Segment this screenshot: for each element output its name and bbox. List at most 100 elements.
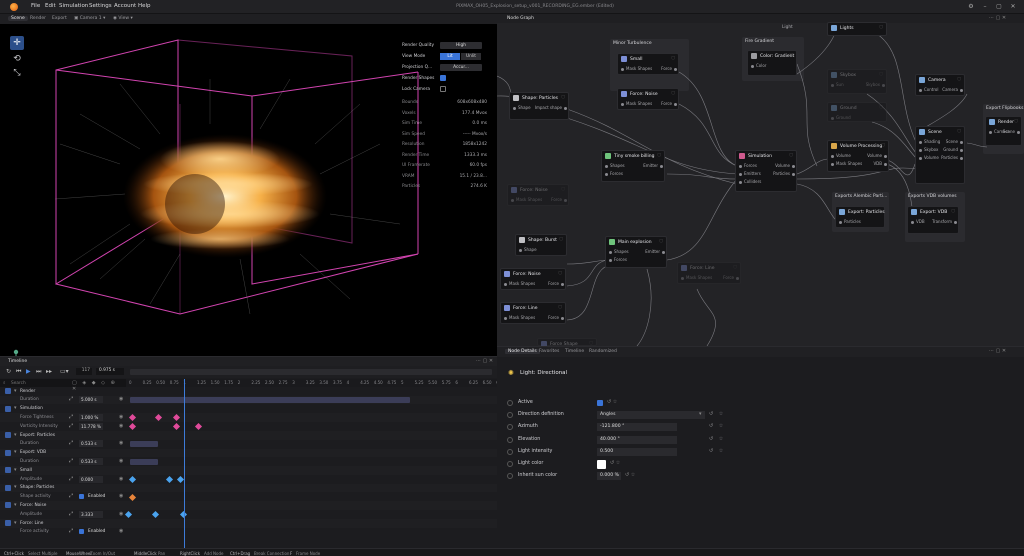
port-pin[interactable] — [954, 220, 957, 224]
keyframe-diamond[interactable] — [172, 423, 181, 431]
node-camera[interactable]: Camera ◌ Control Camera — [915, 74, 965, 96]
detail-value-field[interactable]: 40.000 ° — [597, 435, 677, 444]
time-scrollbar[interactable] — [130, 369, 492, 375]
node-port[interactable]: Ground — [836, 115, 851, 120]
track-param[interactable]: Vorticity Intensity ⤢ 11.778 % ◉ — [0, 422, 497, 431]
node-port[interactable]: Volume — [775, 163, 790, 168]
node-port[interactable]: Mask Shapes — [509, 315, 535, 320]
enabled-checkbox[interactable] — [79, 494, 84, 500]
keyframe-diamond[interactable] — [124, 511, 133, 519]
node-lights[interactable]: Lights ◌ — [827, 22, 887, 36]
keyframe-diamond[interactable] — [154, 414, 163, 422]
tab-render[interactable]: Render — [30, 16, 46, 21]
port-pin[interactable] — [960, 156, 963, 160]
port-pin[interactable] — [911, 220, 914, 224]
port-pin[interactable] — [564, 198, 567, 202]
track-value[interactable]: 0.533 s — [79, 440, 103, 448]
dropdown-chevron-icon[interactable]: ▾ — [699, 411, 702, 417]
curve-icon[interactable]: ⤢ — [69, 396, 73, 402]
track-value[interactable]: 11.778 % — [79, 422, 103, 430]
node-graph-panel[interactable]: Node Graph ⋯ ▢ ✕ Minor Turbulence Fire G… — [497, 14, 1024, 346]
node-port[interactable]: Force — [548, 315, 559, 320]
lock-camera-checkbox[interactable] — [440, 86, 446, 92]
keyframe-diamond[interactable] — [165, 475, 174, 484]
expand-chevron-icon[interactable]: ▾ — [14, 502, 17, 508]
track-clip-bar[interactable] — [130, 397, 410, 404]
node-port[interactable]: Force — [661, 101, 672, 106]
visibility-eye-icon[interactable]: ◉ — [119, 511, 123, 517]
node-port[interactable]: Scene — [1003, 129, 1015, 134]
node-status-icon[interactable]: ◌ — [879, 25, 883, 30]
curve-icon[interactable]: ⤢ — [69, 511, 73, 517]
port-pin[interactable] — [609, 250, 612, 254]
node-skybox[interactable]: Skybox ◌ Sun Skybox — [827, 69, 887, 94]
curve-icon[interactable]: ⤢ — [69, 528, 73, 534]
node-port[interactable]: Camera — [942, 87, 958, 92]
track-search-input[interactable]: ⌕ Search ▢ ◈ ◆ ◇ ⊕ ✕ — [0, 379, 126, 392]
node-status-icon[interactable]: ◌ — [671, 56, 675, 61]
port-pin[interactable] — [989, 130, 992, 134]
playhead[interactable] — [184, 379, 185, 549]
node-status-icon[interactable]: ◌ — [877, 209, 881, 214]
track-param[interactable]: Amplitude ⤢ 3.333 ◉ — [0, 510, 497, 519]
menu-simulation[interactable]: Simulation — [59, 3, 88, 9]
node-port[interactable]: Color — [756, 63, 766, 68]
curve-icon[interactable]: ⤢ — [69, 476, 73, 482]
node-port[interactable]: Mask Shapes — [686, 275, 712, 280]
view-select[interactable]: ◉ View ▾ — [113, 16, 133, 21]
track-group[interactable]: ▾ Render — [0, 387, 497, 396]
node-port[interactable]: Skybox — [866, 82, 880, 87]
node-port[interactable]: Volume — [836, 153, 851, 158]
port-pin[interactable] — [674, 67, 677, 71]
node-export-particles[interactable]: Export: Particles ◌ Particles — [835, 206, 885, 228]
node-status-icon[interactable]: ◌ — [879, 105, 883, 110]
time-field[interactable]: 0.975 s — [96, 368, 124, 375]
curve-icon[interactable]: ⤢ — [69, 493, 73, 499]
track-param[interactable]: Duration ⤢ 5.000 s ◉ — [0, 395, 497, 405]
port-pin[interactable] — [1017, 130, 1020, 134]
tab-timeline[interactable]: Timeline — [565, 349, 584, 354]
port-pin[interactable] — [609, 258, 612, 262]
expand-chevron-icon[interactable]: ▾ — [14, 484, 17, 490]
node-port[interactable]: VDB — [873, 161, 882, 166]
node-status-icon[interactable]: ◌ — [558, 271, 562, 276]
node-port[interactable]: Scene — [946, 139, 958, 144]
node-port[interactable]: Forces — [610, 171, 623, 176]
node-status-icon[interactable]: ◌ — [561, 95, 565, 100]
port-pin[interactable] — [564, 106, 567, 110]
port-pin[interactable] — [919, 148, 922, 152]
keyframe-diamond[interactable] — [151, 511, 160, 519]
port-pin[interactable] — [561, 282, 564, 286]
3d-viewport[interactable]: ✛ ⟲ ⤡ Render Quality High View Mode Lit … — [0, 24, 497, 356]
node-port[interactable]: Particles — [941, 155, 958, 160]
port-pin[interactable] — [605, 164, 608, 168]
port-pin[interactable] — [513, 106, 516, 110]
node-port[interactable]: Shading — [924, 139, 940, 144]
close-icon[interactable]: ✕ — [1008, 2, 1018, 12]
node-port[interactable]: Colliders — [744, 179, 761, 184]
node-force-noise-mid[interactable]: Force: Noise ◌ Mask Shapes Force — [500, 268, 566, 290]
track-group[interactable]: ▾ Simulation — [0, 405, 497, 414]
node-status-icon[interactable]: ◌ — [951, 209, 955, 214]
port-pin[interactable] — [504, 282, 507, 286]
node-port[interactable]: Shape — [524, 247, 537, 252]
track-param[interactable]: Shape activity ⤢ Enabled ◉ — [0, 493, 497, 502]
node-shape-particles[interactable]: Shape: Particles ◌ Shape Impact shape — [509, 92, 569, 120]
keyframe-diamond[interactable] — [128, 414, 137, 422]
node-port[interactable]: Volume — [867, 153, 882, 158]
track-group[interactable]: ▾ Force: Noise — [0, 501, 497, 511]
node-status-icon[interactable]: ◌ — [558, 305, 562, 310]
detail-keyframe-toggle[interactable] — [507, 424, 513, 431]
detail-keyframe-toggle[interactable] — [507, 412, 513, 419]
detail-keyframe-toggle[interactable] — [507, 448, 513, 455]
tab-export[interactable]: Export — [52, 16, 67, 21]
node-port[interactable]: Force — [551, 197, 562, 202]
port-pin[interactable] — [621, 67, 624, 71]
node-port[interactable]: VDB — [916, 219, 925, 224]
visibility-eye-icon[interactable]: ◉ — [119, 493, 123, 499]
keyframe-diamond[interactable] — [176, 475, 185, 484]
node-port[interactable]: Forces — [744, 163, 757, 168]
port-pin[interactable] — [674, 102, 677, 106]
projection-dropdown[interactable]: Accur... — [440, 64, 482, 71]
row-actions-icon[interactable]: ↺ ☆ — [709, 423, 725, 429]
